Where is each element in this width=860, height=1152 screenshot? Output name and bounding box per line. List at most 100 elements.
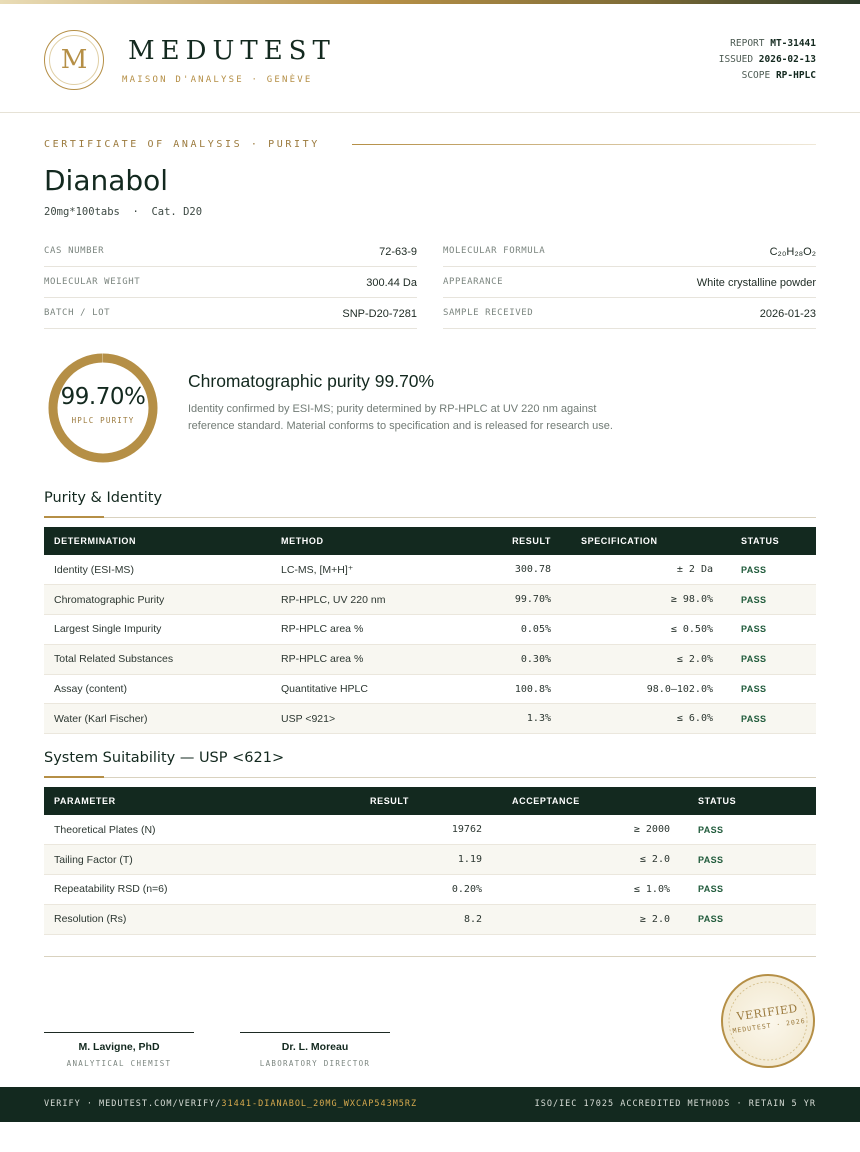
table-row: Tailing Factor (T) 1.19 ≤ 2.0 PASS	[44, 844, 816, 875]
status-badge: PASS	[741, 564, 767, 575]
table-row: Total Related Substances RP-HPLC area % …	[44, 644, 816, 675]
table-row: Largest Single Impurity RP-HPLC area % 0…	[44, 615, 816, 645]
specification-cell: ≤ 6.0%	[676, 713, 713, 725]
specification-cell: ± 2 Da	[676, 564, 713, 576]
result-cell: 1.3%	[526, 713, 551, 725]
identity-table: DETERMINATION METHOD RESULT SPECIFICATIO…	[44, 527, 816, 734]
signature-name: Dr. L. Moreau	[281, 1041, 349, 1053]
purity-summary-title: Chromatographic purity 99.70%	[188, 371, 435, 391]
specs-left-column: CAS NUMBER 72-63-9 MOLECULAR WEIGHT 300.…	[44, 236, 417, 329]
specification-cell: ≤ 2.0%	[676, 653, 713, 665]
header: M MEDUTEST MAISON D'ANALYSE · GENÈVE REP…	[0, 4, 860, 113]
verify-prefix: VERIFY · MEDUTEST.COM/VERIFY/	[44, 1099, 222, 1109]
spec-row: APPEARANCE White crystalline powder	[443, 267, 816, 298]
column-header: RESULT	[370, 796, 409, 806]
spec-key: SAMPLE RECEIVED	[443, 308, 534, 318]
identity-section-title: Purity & Identity	[44, 490, 163, 506]
report-meta-issued: ISSUED 2026-02-13	[718, 54, 816, 65]
method-cell: USP <921>	[281, 712, 336, 725]
footer: VERIFY · MEDUTEST.COM/VERIFY/31441-DIANA…	[0, 1087, 860, 1122]
product-subtitle: 20mg*100tabs · Cat. D20	[44, 206, 203, 218]
column-header: STATUS	[741, 536, 780, 546]
suitability-section-title: System Suitability — USP <621>	[44, 750, 285, 766]
result-cell: 1.19	[457, 854, 482, 866]
column-header: METHOD	[281, 536, 324, 546]
parameter-cell: Theoretical Plates (N)	[54, 823, 156, 836]
identity-section-accent	[44, 516, 104, 518]
table-row: Identity (ESI-MS) LC-MS, [M+H]⁺ 300.78 ±…	[44, 555, 816, 585]
status-badge: PASS	[741, 654, 767, 665]
result-cell: 19762	[451, 824, 482, 836]
signature-block-chemist: M. Lavigne, PhD ANALYTICAL CHEMIST	[44, 1032, 194, 1068]
spec-value: 300.44 Da	[366, 277, 417, 289]
logo-letter: M	[60, 45, 88, 75]
suitability-table-header: PARAMETER RESULT ACCEPTANCE STATUS	[44, 787, 816, 815]
table-row: Chromatographic Purity RP-HPLC, UV 220 n…	[44, 584, 816, 615]
determination-cell: Assay (content)	[54, 683, 127, 696]
status-badge: PASS	[698, 854, 724, 865]
parameter-cell: Tailing Factor (T)	[54, 853, 133, 866]
table-row: Water (Karl Fischer) USP <921> 1.3% ≤ 6.…	[44, 703, 816, 734]
signature-name: M. Lavigne, PhD	[78, 1041, 160, 1053]
status-badge: PASS	[698, 824, 724, 835]
suitability-section-rule	[44, 777, 816, 778]
spec-key: MOLECULAR FORMULA	[443, 246, 546, 256]
determination-cell: Chromatographic Purity	[54, 593, 165, 606]
determination-cell: Largest Single Impurity	[54, 623, 162, 636]
status-badge: PASS	[698, 884, 724, 895]
result-cell: 0.20%	[451, 883, 482, 895]
result-cell: 0.05%	[520, 623, 551, 635]
spec-key: APPEARANCE	[443, 277, 504, 287]
parameter-cell: Repeatability RSD (n=6)	[54, 883, 168, 896]
result-cell: 8.2	[463, 913, 482, 925]
status-badge: PASS	[741, 713, 767, 724]
result-cell: 0.30%	[520, 653, 551, 665]
specs-right-column: MOLECULAR FORMULA C₂₀H₂₈O₂ APPEARANCE Wh…	[443, 236, 816, 329]
status-badge: PASS	[741, 624, 767, 635]
spec-key: BATCH / LOT	[44, 308, 111, 318]
product-title: Dianabol	[44, 164, 169, 197]
method-cell: LC-MS, [M+H]⁺	[281, 563, 354, 576]
spec-key: MOLECULAR WEIGHT	[44, 277, 141, 287]
purity-ring-label: HPLC PURITY	[71, 416, 135, 425]
suitability-section-accent	[44, 776, 104, 778]
spec-row: SAMPLE RECEIVED 2026-01-23	[443, 298, 816, 329]
table-row: Repeatability RSD (n=6) 0.20% ≤ 1.0% PAS…	[44, 875, 816, 905]
signature-separator	[44, 956, 816, 957]
determination-cell: Identity (ESI-MS)	[54, 563, 134, 576]
accreditation-text: ISO/IEC 17025 ACCREDITED METHODS · RETAI…	[534, 1099, 816, 1109]
status-badge: PASS	[698, 914, 724, 925]
spec-row: MOLECULAR WEIGHT 300.44 Da	[44, 267, 417, 298]
result-cell: 99.70%	[514, 594, 551, 606]
table-row: Resolution (Rs) 8.2 ≥ 2.0 PASS	[44, 904, 816, 935]
specification-cell: ≤ 0.50%	[670, 623, 713, 635]
status-badge: PASS	[741, 594, 767, 605]
method-cell: Quantitative HPLC	[281, 683, 368, 696]
spec-row: BATCH / LOT SNP-D20-7281	[44, 298, 417, 329]
column-header: STATUS	[698, 796, 737, 806]
suitability-table: PARAMETER RESULT ACCEPTANCE STATUS Theor…	[44, 787, 816, 935]
acceptance-cell: ≥ 2000	[633, 824, 670, 836]
method-cell: RP-HPLC area %	[281, 653, 364, 666]
table-row: Theoretical Plates (N) 19762 ≥ 2000 PASS	[44, 815, 816, 845]
column-header: ACCEPTANCE	[512, 796, 580, 806]
identity-table-header: DETERMINATION METHOD RESULT SPECIFICATIO…	[44, 527, 816, 555]
verify-link[interactable]: 31441-DIANABOL_20MG_WXCAP543M5RZ	[221, 1099, 417, 1109]
spec-value: SNP-D20-7281	[342, 308, 417, 320]
acceptance-cell: ≤ 1.0%	[633, 883, 670, 895]
report-meta-report: REPORT MT-31441	[730, 38, 816, 49]
spec-value: White crystalline powder	[696, 277, 816, 289]
parameter-cell: Resolution (Rs)	[54, 913, 127, 926]
purity-summary-text: Identity confirmed by ESI-MS; purity det…	[188, 403, 613, 432]
acceptance-cell: ≤ 2.0	[639, 854, 670, 866]
method-cell: RP-HPLC, UV 220 nm	[281, 593, 386, 606]
result-cell: 300.78	[514, 564, 551, 576]
report-meta: REPORT MT-31441 ISSUED 2026-02-13 SCOPE …	[719, 36, 816, 84]
acceptance-cell: ≥ 2.0	[639, 913, 670, 925]
spec-row: MOLECULAR FORMULA C₂₀H₂₈O₂	[443, 236, 816, 267]
spec-key: CAS NUMBER	[44, 246, 105, 256]
signature-role: LABORATORY DIRECTOR	[259, 1059, 371, 1068]
report-meta-scope: SCOPE RP-HPLC	[741, 70, 816, 81]
determination-cell: Water (Karl Fischer)	[54, 712, 148, 725]
table-row: Assay (content) Quantitative HPLC 100.8%…	[44, 674, 816, 704]
